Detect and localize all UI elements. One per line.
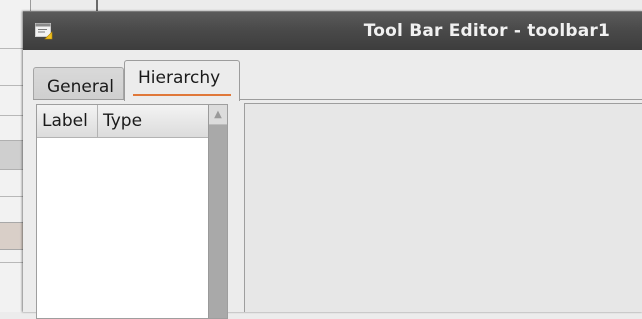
active-tab-indicator	[133, 94, 231, 96]
tree-header: Label Type	[37, 105, 209, 138]
column-header-label[interactable]: Label	[37, 105, 98, 137]
properties-panel	[244, 103, 642, 312]
editor-window-icon	[35, 22, 53, 40]
window-title: Tool Bar Editor - toolbar1	[363, 21, 610, 41]
title-bar[interactable]: Tool Bar Editor - toolbar1	[23, 11, 642, 50]
column-header-type[interactable]: Type	[98, 105, 209, 137]
tab-hierarchy[interactable]: Hierarchy	[124, 60, 240, 101]
hierarchy-tree[interactable]: Label Type ▲	[36, 104, 228, 319]
tree-vertical-scrollbar[interactable]: ▲	[208, 105, 227, 318]
scroll-up-arrow-icon[interactable]: ▲	[209, 105, 227, 125]
tab-hierarchy-label: Hierarchy	[138, 68, 221, 88]
tool-bar-editor-dialog: Tool Bar Editor - toolbar1 General Hiera…	[23, 11, 642, 319]
tab-general[interactable]: General	[33, 67, 124, 100]
tab-general-label: General	[47, 77, 114, 97]
